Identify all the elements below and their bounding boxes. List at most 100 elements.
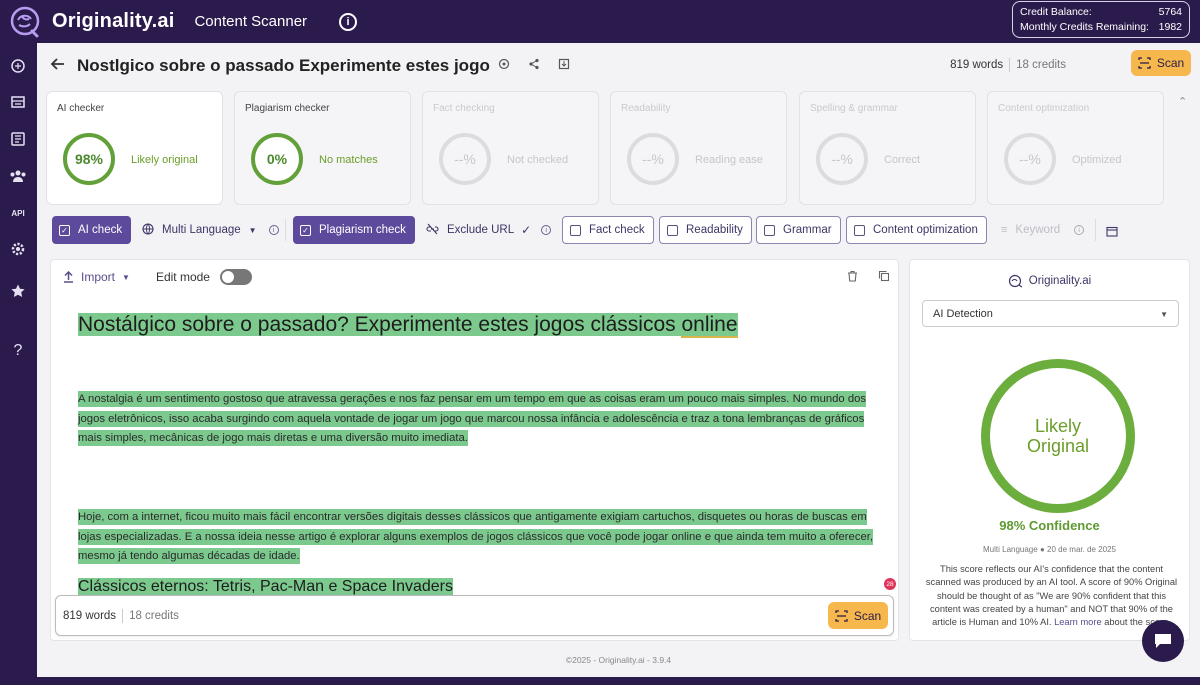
api-link[interactable]: API xyxy=(9,204,27,222)
info-icon[interactable]: i xyxy=(541,225,552,235)
score-ring: 98% xyxy=(63,133,115,185)
bottom-strip xyxy=(0,677,1200,685)
credit-balance-box: Credit Balance: 5764 Monthly Credits Rema… xyxy=(1012,1,1190,38)
score-ring: --% xyxy=(439,133,491,185)
calendar-icon[interactable] xyxy=(1106,224,1118,242)
card-status: Optimized xyxy=(1072,154,1122,166)
ai-check-toggle[interactable]: ✓ AI check xyxy=(52,216,132,244)
readability-label: Readability xyxy=(686,224,743,236)
card-status: Not checked xyxy=(507,154,569,166)
share-icon[interactable] xyxy=(528,58,540,73)
editor-footer-bar: 819 words 18 credits Scan xyxy=(55,595,894,636)
import-label: Import xyxy=(81,270,116,284)
scan-label: Scan xyxy=(1156,56,1185,70)
trash-icon[interactable] xyxy=(847,270,858,285)
card-title: Plagiarism checker xyxy=(245,103,330,114)
multi-language-label: Multi Language xyxy=(162,224,241,236)
detection-mode-select[interactable]: AI Detection ▼ xyxy=(922,300,1179,327)
spellcheck-word: online xyxy=(681,313,738,338)
ai-checker-card[interactable]: AI checker 98% Likely original xyxy=(46,91,223,205)
score-description: This score reflects our AI's confidence … xyxy=(925,564,1178,628)
card-title: AI checker xyxy=(57,103,105,114)
toolbar-divider xyxy=(1095,219,1096,241)
globe-icon xyxy=(142,222,154,238)
brand-name: Originality.ai xyxy=(52,10,175,32)
score-ring: 0% xyxy=(251,133,303,185)
checkbox-icon xyxy=(667,224,678,236)
learn-more-link[interactable]: Learn more xyxy=(1054,617,1102,627)
link-off-icon xyxy=(426,223,439,238)
confidence-score: 98% Confidence xyxy=(999,518,1100,533)
grammar-toggle[interactable]: Grammar xyxy=(756,216,841,244)
keyword-option[interactable]: ≡ Keyword i xyxy=(1001,216,1085,244)
checkbox-icon xyxy=(570,224,581,236)
card-status: Reading ease xyxy=(695,154,763,166)
plagiarism-check-toggle[interactable]: ✓ Plagiarism check xyxy=(293,216,415,244)
document-stack-icon[interactable] xyxy=(9,93,27,111)
multi-language-select[interactable]: Multi Language ▼ i xyxy=(142,216,279,244)
card-title: Readability xyxy=(621,103,671,114)
scan-button-bottom[interactable]: Scan xyxy=(828,602,888,629)
fact-checking-card[interactable]: Fact checking --% Not checked xyxy=(422,91,599,205)
fact-check-label: Fact check xyxy=(589,224,645,236)
edit-mode-toggle[interactable] xyxy=(219,269,252,285)
exclude-url-option[interactable]: Exclude URL ✓ i xyxy=(426,216,552,244)
keyword-icon: ≡ xyxy=(1001,224,1008,236)
back-arrow-icon[interactable] xyxy=(50,56,66,77)
content-optimization-label: Content optimization xyxy=(873,224,978,236)
checkbox-checked-icon: ✓ xyxy=(59,224,70,236)
ai-check-label: AI check xyxy=(78,224,123,236)
ring-label-line2: Original xyxy=(1026,436,1090,456)
collapse-chevron-icon[interactable]: ⌃ xyxy=(1178,95,1187,108)
import-dropdown[interactable]: Import ▼ xyxy=(63,270,130,284)
document-stats: 819 words 18 credits xyxy=(950,58,1066,72)
content-editor[interactable]: Import ▼ Edit mode Nostálgico sobre o pa… xyxy=(50,259,899,641)
app-name: Content Scanner xyxy=(194,13,308,30)
readability-toggle[interactable]: Readability xyxy=(659,216,752,244)
fact-check-toggle[interactable]: Fact check xyxy=(562,216,654,244)
checkbox-icon xyxy=(764,224,775,236)
chevron-down-icon: ▼ xyxy=(248,225,257,235)
newspaper-icon[interactable] xyxy=(9,130,27,148)
gear-icon[interactable] xyxy=(9,240,27,258)
card-title: Spelling & grammar xyxy=(810,103,898,114)
score-ring: --% xyxy=(627,133,679,185)
scan-icon xyxy=(835,609,848,622)
monthly-credits-label: Monthly Credits Remaining: xyxy=(1020,21,1149,33)
top-bar: Originality.ai Content Scanner i Credit … xyxy=(0,0,1200,43)
chat-bubble-icon xyxy=(1155,634,1171,648)
score-ring: --% xyxy=(1004,133,1056,185)
copy-icon[interactable] xyxy=(878,270,890,285)
sidebar: API ? xyxy=(0,43,37,685)
credit-balance-value: 5764 xyxy=(1158,6,1182,18)
brand-logo[interactable]: Originality.ai xyxy=(8,4,174,40)
export-icon[interactable] xyxy=(558,58,570,73)
notification-badge: 28 xyxy=(884,578,896,590)
team-icon[interactable] xyxy=(9,167,27,185)
brain-logo-icon xyxy=(10,6,40,37)
credit-balance-label: Credit Balance: xyxy=(1020,6,1092,18)
info-icon[interactable]: i xyxy=(1074,225,1085,235)
brain-icon[interactable] xyxy=(9,57,27,75)
card-title: Fact checking xyxy=(433,103,495,114)
chevron-down-icon: ▼ xyxy=(1160,310,1168,319)
results-brand: Originality.ai xyxy=(910,274,1189,288)
document-title: Nostlgico sobre o passado Experimente es… xyxy=(77,56,490,75)
checkmark-icon: ✓ xyxy=(521,223,532,237)
confidence-ring: Likely Original xyxy=(981,359,1135,513)
target-icon[interactable] xyxy=(498,58,510,73)
star-icon[interactable] xyxy=(9,282,27,300)
content-optimization-card[interactable]: Content optimization --% Optimized xyxy=(987,91,1164,205)
plagiarism-checker-card[interactable]: Plagiarism checker 0% No matches xyxy=(234,91,411,205)
content-optimization-toggle[interactable]: Content optimization xyxy=(846,216,987,244)
help-icon[interactable]: ? xyxy=(9,342,27,360)
brain-logo-icon xyxy=(1008,274,1023,288)
spelling-grammar-card[interactable]: Spelling & grammar --% Correct xyxy=(799,91,976,205)
info-icon[interactable]: i xyxy=(268,225,279,235)
scan-meta: Multi Language ● 20 de mar. de 2025 xyxy=(910,545,1189,554)
scan-button[interactable]: Scan xyxy=(1131,50,1191,76)
scan-label: Scan xyxy=(853,608,882,623)
content-heading: Nostálgico sobre o passado? Experimente … xyxy=(78,313,738,338)
info-icon[interactable]: i xyxy=(339,12,358,31)
readability-card[interactable]: Readability --% Reading ease xyxy=(610,91,787,205)
